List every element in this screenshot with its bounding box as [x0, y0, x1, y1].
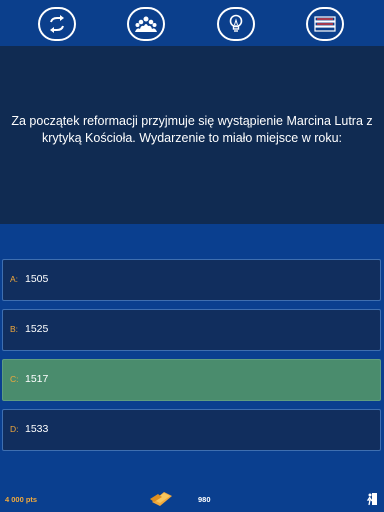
status-bar: 4 000 pts 980	[0, 486, 384, 512]
toolbar	[0, 0, 384, 46]
swap-question-button[interactable]	[38, 7, 76, 41]
answer-b-button[interactable]: B: 1525	[2, 309, 381, 351]
answer-letter: D:	[10, 424, 19, 434]
answer-value: 1505	[25, 273, 49, 285]
exit-icon[interactable]	[366, 492, 378, 506]
remove-answers-button[interactable]	[306, 7, 344, 41]
hint-button[interactable]	[217, 7, 255, 41]
list-icon	[314, 16, 336, 32]
lightbulb-icon	[229, 14, 243, 32]
question-panel: Za początek reformacji przyjmuje się wys…	[0, 46, 384, 224]
coins-counter: 980	[198, 495, 211, 504]
answer-letter: A:	[10, 274, 19, 284]
points-counter: 4 000 pts	[5, 495, 38, 504]
answer-letter: C:	[10, 374, 19, 384]
answer-value: 1533	[25, 423, 49, 435]
answer-a-button[interactable]: A: 1505	[2, 259, 381, 301]
question-text: Za początek reformacji przyjmuje się wys…	[11, 114, 373, 145]
answer-d-button[interactable]: D: 1533	[2, 409, 381, 451]
answer-letter: B:	[10, 324, 19, 334]
swap-icon	[50, 15, 64, 33]
ask-audience-button[interactable]	[127, 7, 165, 41]
audience-icon	[135, 16, 157, 32]
answer-value: 1525	[25, 323, 49, 335]
answer-value: 1517	[25, 373, 49, 385]
answer-c-button[interactable]: C: 1517	[2, 359, 381, 401]
coins-icon	[150, 492, 172, 506]
